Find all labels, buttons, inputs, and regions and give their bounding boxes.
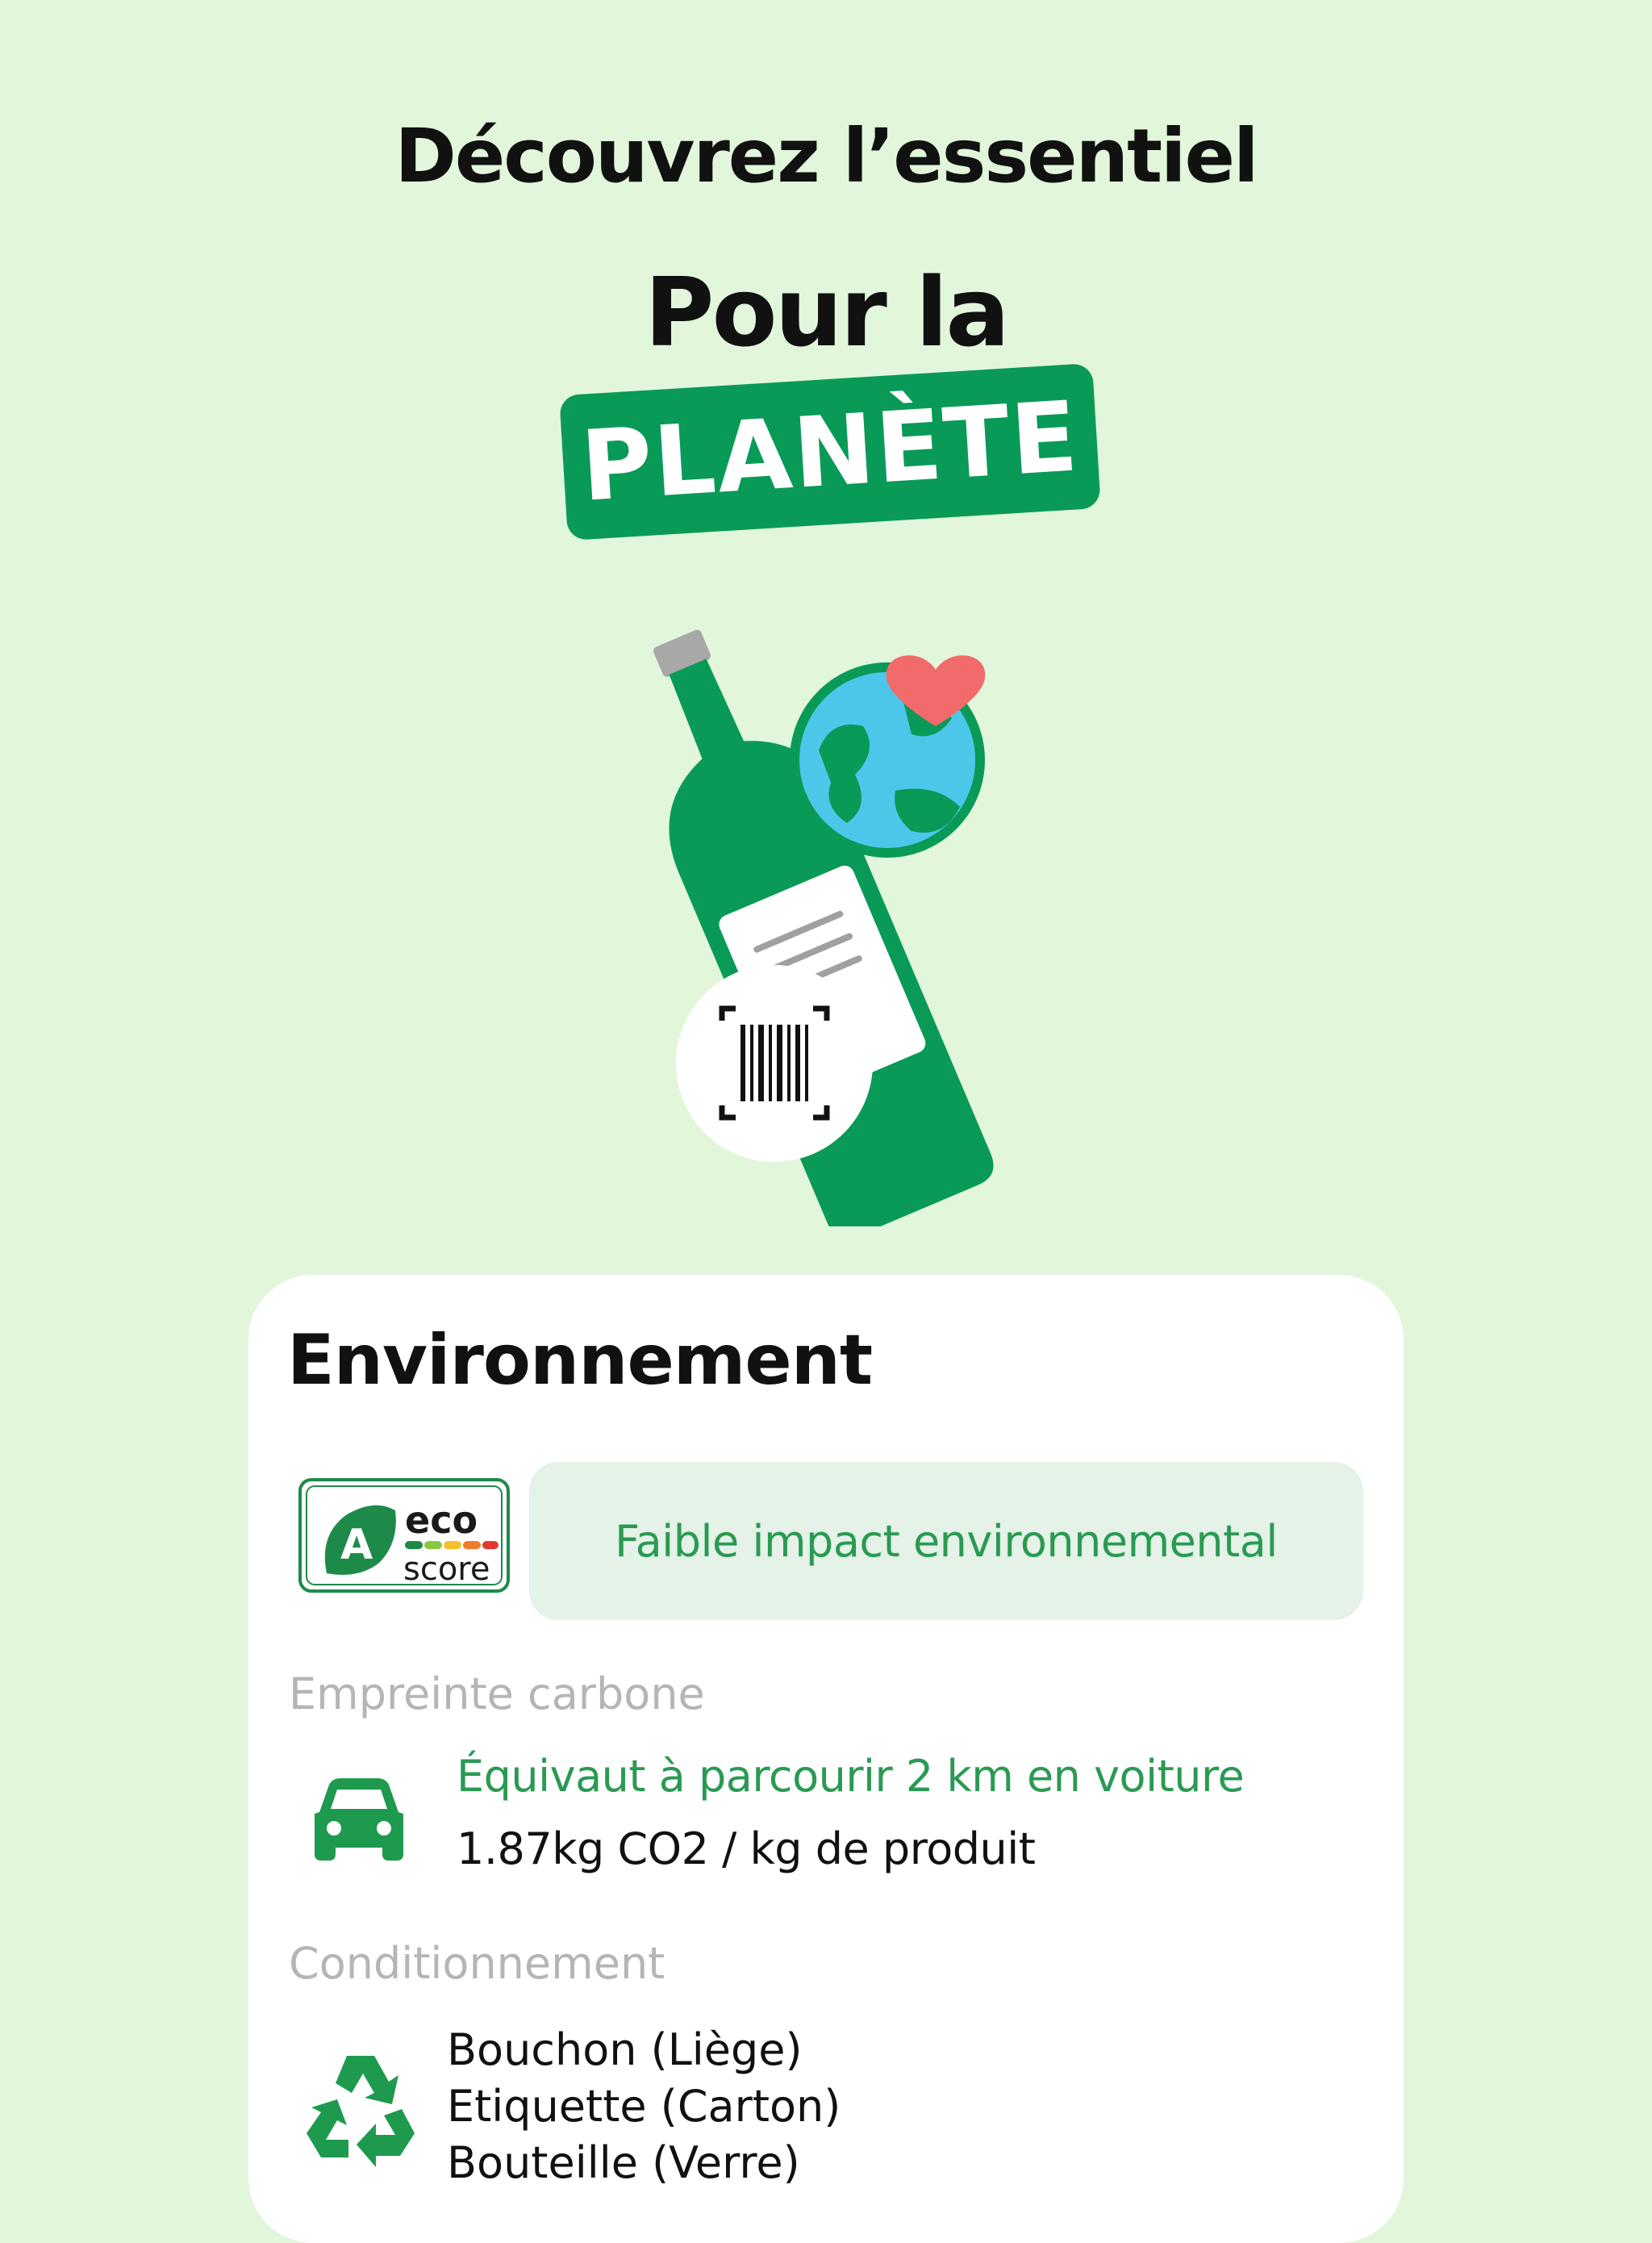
packaging-item-cork: Bouchon (Liège) [447,2024,803,2075]
carbon-footprint-label: Empreinte carbone [289,1669,705,1719]
headline-discover: Découvrez l’essentiel [394,113,1258,199]
headline-for-the: Pour la [645,257,1010,368]
ecoscore-logo: A eco score [298,1478,510,1593]
impact-pill: Faible impact environnemental [529,1462,1363,1620]
carbon-value: 1.87kg CO2 / kg de produit [457,1823,1036,1874]
ecoscore-grade: A [340,1521,373,1569]
bottle-planet-illustration [653,629,994,1226]
planet-badge: PLANÈTE [559,362,1101,541]
packaging-item-bottle: Bouteille (Verre) [447,2137,800,2188]
environment-card: Environnement A eco score Faible impact … [248,1275,1404,2243]
recycle-icon [307,2056,415,2167]
barcode-scan-icon [676,965,873,1162]
carbon-equivalent: Équivaut à parcourir 2 km en voiture [457,1751,1245,1802]
card-title: Environnement [287,1320,873,1401]
ecoscore-word-score: score [403,1551,490,1588]
car-icon [315,1778,403,1861]
ecoscore-word-eco: eco [405,1498,478,1542]
packaging-list: Bouchon (Liège) Etiquette (Carton) Boute… [447,2022,841,2191]
packaging-label: Conditionnement [289,1938,665,1989]
packaging-item-label: Etiquette (Carton) [447,2081,841,2132]
